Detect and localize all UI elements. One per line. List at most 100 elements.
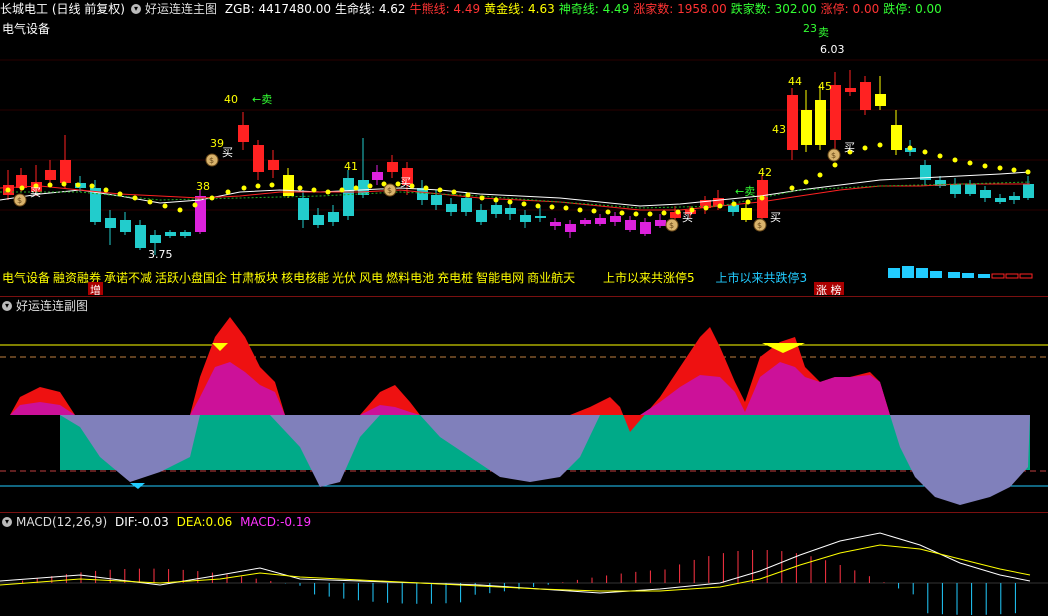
signal-dot [339,187,345,193]
volume-bar [930,271,942,278]
candle-body [580,220,591,224]
volume-bar [948,272,960,278]
signal-dot [731,201,737,207]
sub-indicator-chart[interactable] [0,297,1048,512]
signal-dot [745,199,751,205]
indicator-settings-icon[interactable]: ▾ [131,3,141,14]
signal-number: 40 [224,93,238,106]
dif-label: DIF: [114,515,138,529]
volume-bar [1005,273,1019,279]
candle-body [461,198,472,212]
buy-label: 买 [770,211,781,224]
signal-dot [19,185,25,191]
indicator-values: ZGB: 4417480.00 生命线: 4.62 牛熊线: 4.49 黄金线: 4.… [225,2,946,16]
signal-dot [325,189,331,195]
candle-body [610,216,621,222]
signal-dot [451,189,457,195]
concept-tag-5[interactable]: 核电核能 [281,271,329,285]
sell-label: 卖 [818,26,829,39]
sub-indicator-name[interactable]: 好运连连副图 [16,299,88,313]
dea-label: DEA: [176,515,206,529]
concept-tag-10[interactable]: 智能电网 [476,271,524,285]
candle-body [238,125,249,142]
signal-dot [132,195,138,201]
signal-dot [563,205,569,211]
concept-tag-4[interactable]: 甘肃板块 [230,271,278,285]
signal-dot [209,195,215,201]
signal-dot [817,172,823,178]
signal-dot [437,187,443,193]
candle-body [1023,184,1034,198]
concept-tag-8[interactable]: 燃料电池 [386,271,434,285]
sub-chart-header: ▾ 好运连连副图 [0,297,92,315]
candle-body [815,100,826,145]
buy-label: 买 [844,141,855,154]
candle-body [801,110,812,145]
candle-body [980,190,991,198]
signal-dot [103,187,109,193]
main-chart-panel[interactable]: $ 买 $ 买 $ 买 $ 买 $ 买 $ 买 ←卖 ←卖卖 3.75 6.03 40 39 38 41 42 43 44 4… [0,0,1048,295]
concept-tag-2[interactable]: 承诺不减 [104,271,152,285]
money-bag-symbol: $ [387,186,392,195]
macd-value: -0.19 [280,515,312,529]
signal-dot [647,211,653,217]
signal-dot [479,195,485,201]
candle-body [120,220,131,232]
concept-tag-11[interactable]: 商业航天 [527,271,575,285]
volume-bar [991,273,1005,279]
candle-body [476,210,487,222]
concept-tag-7[interactable]: 风电 [359,271,383,285]
candle-body [625,220,636,230]
candle-body [60,160,71,183]
sub-chart-panel[interactable]: ▾ 好运连连副图 [0,296,1048,512]
candle-body [268,160,279,170]
main-indicator-name[interactable]: 好运连连主图 [145,2,217,16]
signal-dot [832,162,838,168]
signal-number: 23 [803,22,817,35]
sell-label: ←卖 [735,185,755,198]
signal-dot [269,182,275,188]
signal-dot [507,199,513,205]
candle-body [298,198,309,220]
signal-dot [703,205,709,211]
signal-number: 44 [788,75,802,88]
concept-tag-6[interactable]: 光伏 [332,271,356,285]
candle-body [505,208,516,214]
candle-body [195,196,206,232]
candlestick-chart[interactable]: $买$买$买$买$买$买←卖←卖卖3.756.0340393841 424344 4… [0,0,1048,295]
candle-body [655,220,666,226]
macd-panel[interactable]: ▾ MACD(12,26,9) DIF:-0.03 DEA:0.06 MACD:-… [0,512,1048,616]
signal-number: 42 [758,166,772,179]
macd-name[interactable]: MACD(12,26,9) [16,515,107,529]
concept-tag-3[interactable]: 活跃小盘国企 [155,271,227,285]
limit-down-count: 上市以来共跌停3 [715,271,808,285]
signal-number: 43 [772,123,786,136]
sub-indicator-settings-icon[interactable]: ▾ [2,300,12,311]
low-price-label: 3.75 [148,248,173,261]
candle-body [875,94,886,106]
candle-body [372,172,383,180]
concept-tag-0[interactable]: 电气设备 [2,271,50,285]
signal-dot [605,209,611,215]
signal-dot [47,182,53,188]
macd-settings-icon[interactable]: ▾ [2,516,12,527]
concept-tag-9[interactable]: 充电桩 [437,271,473,285]
signal-number: 45 [818,80,832,93]
signal-dot [619,210,625,216]
signal-dot [633,211,639,217]
limit-tag: 涨 榜 [814,282,844,295]
dif-value: -0.03 [137,515,169,529]
signal-dot [803,179,809,185]
indicator-value-1: 生命线: 4.62 [334,2,406,16]
signal-dot [255,183,261,189]
high-price-label: 6.03 [820,43,845,56]
signal-dot [937,153,943,159]
money-bag-symbol: $ [209,156,214,165]
dea-value: 0.06 [205,515,233,529]
candle-body [165,232,176,236]
candle-body [446,204,457,212]
indicator-value-3: 黄金线: 4.63 [484,2,555,16]
money-bag-symbol: $ [17,196,22,205]
indicator-value-8: 跌停: 0.00 [883,2,942,16]
candle-body [520,215,531,222]
